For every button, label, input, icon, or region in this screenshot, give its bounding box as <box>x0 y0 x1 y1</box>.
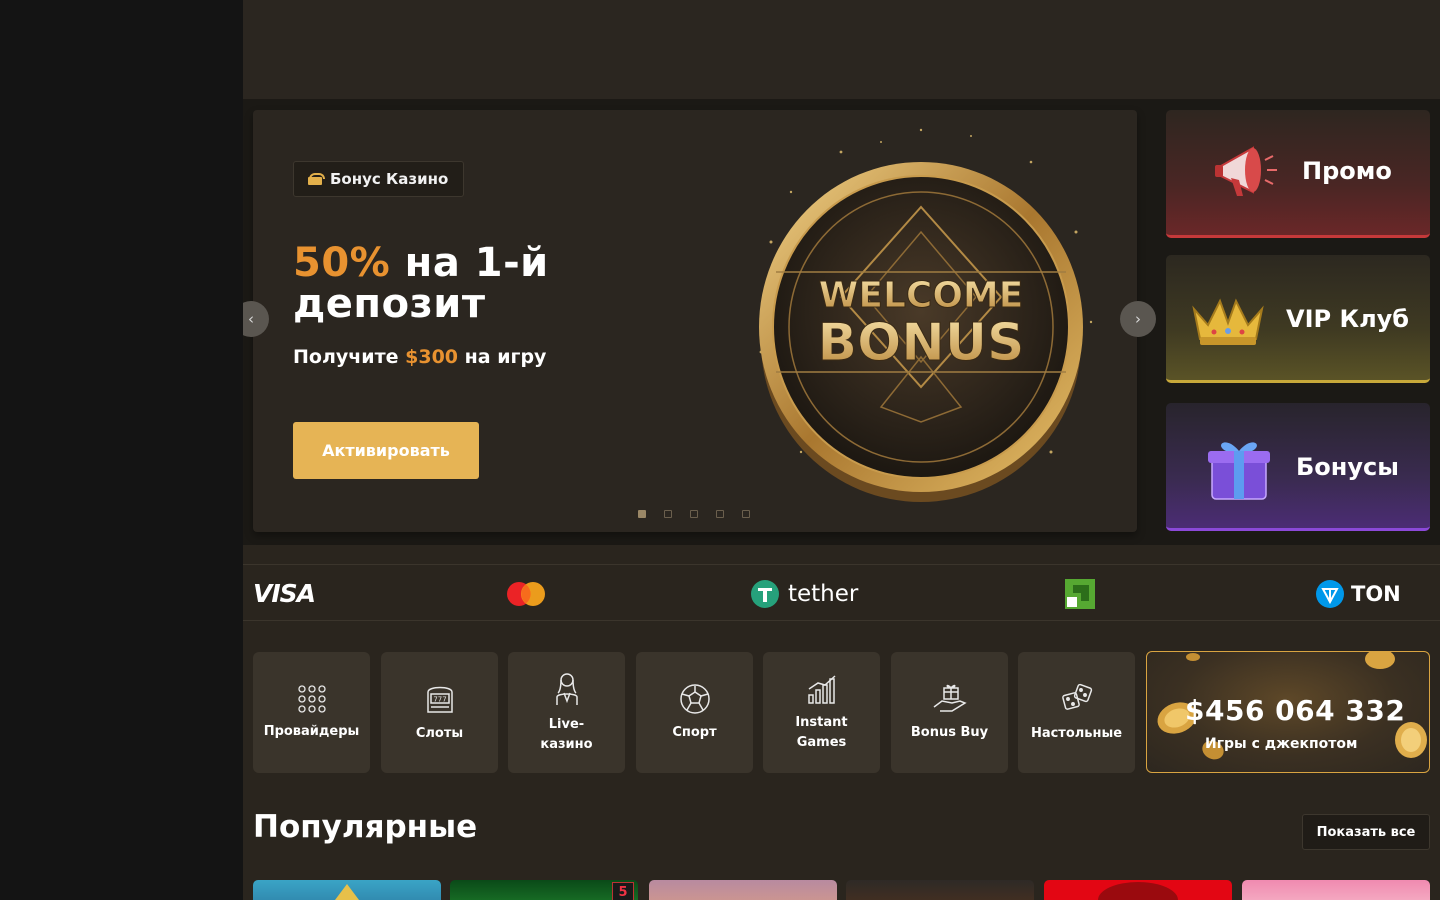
jackpot-amount: $456 064 332 <box>1185 694 1406 727</box>
slider-dot[interactable] <box>716 510 724 518</box>
side-card-promo[interactable]: Промо <box>1166 110 1430 238</box>
banner-subline: Получите $300 на игру <box>293 346 547 368</box>
game-badge: 5 <box>612 882 634 900</box>
welcome-bonus-coin-image: WELCOME BONUS <box>759 128 1093 502</box>
category-sport[interactable]: Спорт <box>636 652 753 773</box>
dice-icon <box>1061 683 1092 710</box>
jackpot-label: Игры с джекпотом <box>1205 736 1358 752</box>
game-thumbnail[interactable] <box>649 880 837 900</box>
slider-dot[interactable] <box>664 510 672 518</box>
svg-text:777: 777 <box>433 695 446 703</box>
mastercard-logo <box>506 565 546 622</box>
jackpot-card[interactable]: $456 064 332 Игры с джекпотом <box>1146 651 1430 773</box>
bonus-tag-label: Бонус Казино <box>330 170 449 188</box>
grid-dots-icon <box>297 684 326 713</box>
top-bar <box>243 0 1440 100</box>
slider-dot[interactable] <box>638 510 646 518</box>
svg-text:BONUS: BONUS <box>817 313 1024 373</box>
category-slots[interactable]: 777 Слоты <box>381 652 498 773</box>
crown-icon <box>1192 298 1264 345</box>
activate-button[interactable]: Активировать <box>293 422 479 479</box>
gift-icon <box>308 173 325 185</box>
main-content: Бонус Казино 50% на 1-й депозит Получите… <box>243 0 1440 900</box>
category-table-games[interactable]: Настольные <box>1018 652 1135 773</box>
side-card-label: Промо <box>1302 157 1392 185</box>
category-providers[interactable]: Провайдеры <box>253 652 370 773</box>
game-thumbnail[interactable] <box>846 880 1034 900</box>
slider-dot[interactable] <box>690 510 698 518</box>
gift-icon <box>1208 442 1270 500</box>
perfect-money-logo <box>1065 565 1095 622</box>
popular-section-title: Популярные <box>253 809 478 845</box>
svg-text:WELCOME: WELCOME <box>819 275 1024 316</box>
slider-dot[interactable] <box>742 510 750 518</box>
chart-bars-icon <box>807 674 836 704</box>
visa-logo: VISA <box>253 579 316 608</box>
soccer-ball-icon <box>679 683 710 714</box>
game-thumbnail[interactable] <box>1044 880 1232 900</box>
dealer-icon <box>555 672 578 705</box>
category-bonus-buy[interactable]: Bonus Buy <box>891 652 1008 773</box>
slider-next-button[interactable]: › <box>1120 301 1156 337</box>
slider-dots <box>638 510 750 518</box>
side-card-vip[interactable]: VIP Клуб <box>1166 255 1430 383</box>
side-card-label: Бонусы <box>1296 453 1399 481</box>
pyramid-icon <box>335 884 359 900</box>
game-thumbnail[interactable] <box>253 880 441 900</box>
show-all-button[interactable]: Показать все <box>1302 814 1430 850</box>
bonus-banner[interactable]: Бонус Казино 50% на 1-й депозит Получите… <box>253 110 1137 532</box>
ton-logo: TON <box>1315 565 1401 622</box>
game-thumbnail[interactable]: 5 <box>450 880 638 900</box>
tether-logo: tether <box>750 565 858 622</box>
side-card-label: VIP Клуб <box>1286 305 1410 333</box>
hand-gift-icon <box>933 684 967 712</box>
payment-methods-row: VISA tether TON <box>243 564 1440 621</box>
thumbnail-art <box>1098 882 1178 900</box>
slot-machine-icon: 777 <box>426 686 453 713</box>
bonus-casino-tag: Бонус Казино <box>293 161 465 197</box>
category-instant-games[interactable]: Instant Games <box>763 652 880 773</box>
chevron-right-icon: › <box>1135 310 1141 328</box>
side-card-bonuses[interactable]: Бонусы <box>1166 403 1430 531</box>
megaphone-icon <box>1215 146 1277 196</box>
banner-headline: 50% на 1-й депозит <box>293 240 549 327</box>
left-sidebar <box>0 0 243 900</box>
category-live-casino[interactable]: Live- казино <box>508 652 625 773</box>
chevron-left-icon: ‹ <box>248 310 254 328</box>
game-thumbnail[interactable] <box>1242 880 1430 900</box>
